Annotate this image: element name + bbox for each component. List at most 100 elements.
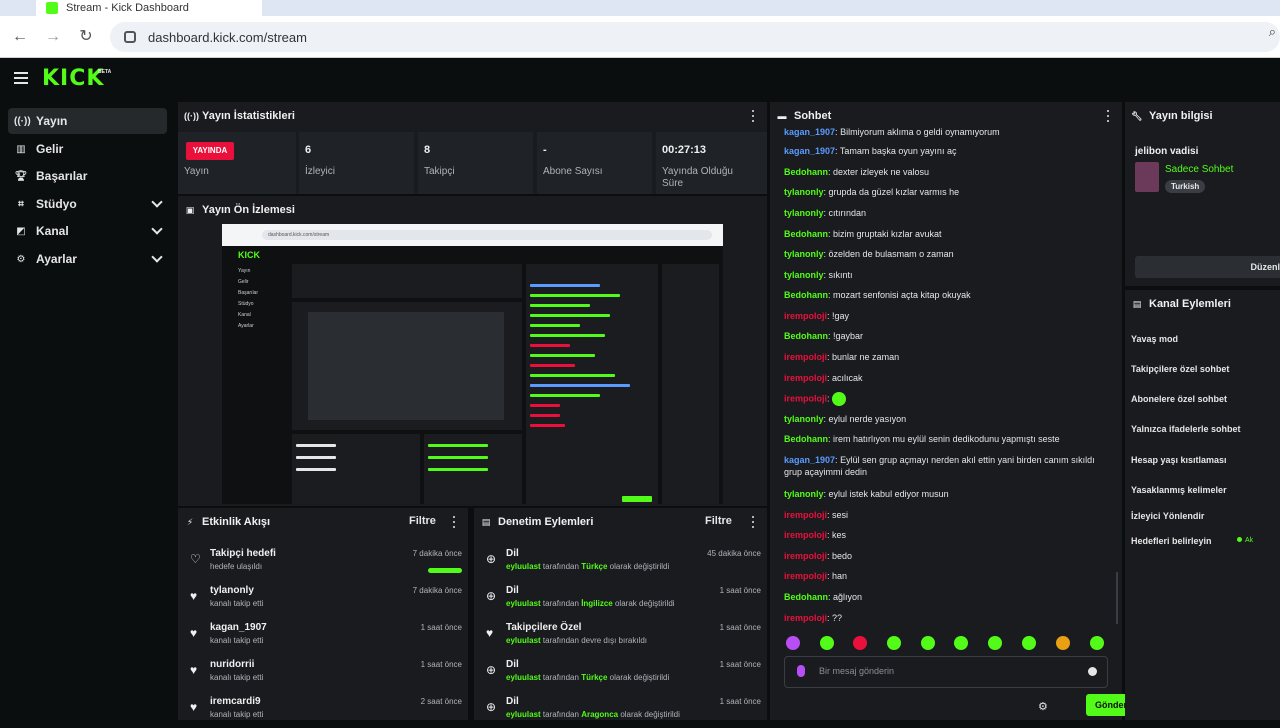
preview-side-item: Yayın (238, 268, 251, 274)
moderation-icon: ▤ (481, 516, 491, 527)
more-options-icon[interactable] (452, 516, 456, 528)
preview-stats-block (292, 264, 522, 298)
kick-logo[interactable]: KICK (42, 66, 104, 91)
moderation-sub: eyluulast tarafından Türkçe olarak değiş… (506, 562, 670, 571)
preview-chat-line (530, 304, 590, 307)
filter-button[interactable]: Filtre (409, 515, 436, 527)
emote-icon[interactable] (921, 636, 935, 650)
emote-icon[interactable] (853, 636, 867, 650)
chat-message: kagan_1907: Tamam başka oyun yayını aç (784, 146, 957, 156)
preview-chat-line (530, 334, 605, 337)
filter-button[interactable]: Filtre (705, 515, 732, 527)
chat-scrollbar[interactable] (1116, 572, 1118, 624)
chat-placeholder: Bir mesaj gönderin (819, 666, 895, 676)
address-text: dashboard.kick.com/stream (148, 29, 307, 45)
activity-title: Takipçi hedefi (210, 548, 276, 559)
sidebar-item-basarilar[interactable]: 🏆︎ Başarılar (8, 163, 167, 189)
edit-button[interactable]: Düzenle (1135, 256, 1280, 278)
preview-chat-line (530, 404, 560, 407)
hamburger-menu-icon[interactable] (14, 72, 28, 84)
preview-side-item: Stüdyo (238, 301, 254, 307)
moderation-item: ♥ Takipçilere Özel eyluulast tarafından … (474, 618, 767, 654)
chevron-down-icon (151, 196, 163, 208)
chat-message: irempoloji: (784, 392, 1114, 406)
moderation-sub: eyluulast tarafından İngilizce olarak de… (506, 599, 675, 608)
stream-preview-video[interactable]: dashboard.kick.com/stream KICK Yayın Gel… (222, 224, 723, 504)
activity-item: ♥ nuridorrii kanalı takip etti 1 saat ön… (178, 655, 468, 691)
activity-item: ♡ Takipçi hedefi hedefe ulaşıldı 7 dakik… (178, 544, 468, 580)
emote-icon[interactable] (887, 636, 901, 650)
more-options-icon[interactable] (751, 516, 755, 528)
chat-message: tylanonly: sıkıntı (784, 270, 853, 280)
chat-message: Bedohann: dexter izleyek ne valosu (784, 167, 930, 177)
activity-time: 1 saat önce (420, 623, 462, 632)
activity-title: iremcardi9 (210, 696, 261, 707)
chat-messages[interactable]: kagan_1907: Bilmiyorum aklıma o geldi oy… (770, 126, 1122, 628)
sidebar-item-studyo[interactable]: ⌗ Stüdyo (8, 191, 167, 217)
preview-send-button (622, 496, 652, 502)
action-slow-mode[interactable]: Yavaş mod (1131, 334, 1178, 344)
chat-message: irempoloji: kes (784, 530, 847, 540)
emote-icon[interactable] (1056, 636, 1070, 650)
sidebar-item-ayarlar[interactable]: ⚙ Ayarlar (8, 246, 167, 272)
browser-tab[interactable]: Stream - Kick Dashboard (36, 0, 262, 16)
emote-icon[interactable] (820, 636, 834, 650)
action-raid[interactable]: İzleyici Yönlendir (1131, 511, 1204, 521)
emote-bar (782, 634, 1112, 654)
studio-icon: ⌗ (18, 198, 24, 210)
moderation-sub: eyluulast tarafından Türkçe olarak değiş… (506, 673, 670, 682)
sidebar-item-kanal[interactable]: ◩ Kanal (8, 218, 167, 244)
browser-tabstrip: Stream - Kick Dashboard (0, 0, 1280, 16)
heart-outline-icon: ♡ (190, 552, 201, 566)
reload-icon[interactable]: ↻ (75, 26, 97, 48)
chat-input[interactable]: Bir mesaj gönderin (784, 656, 1108, 688)
chat-message: kagan_1907: Bilmiyorum aklıma o geldi oy… (784, 127, 1000, 137)
search-icon[interactable]: ⌕ (1269, 24, 1276, 40)
chat-message: Bedohann: bizim gruptaki kızlar avukat (784, 229, 942, 239)
chat-message: irempoloji: bedo (784, 551, 853, 561)
emote-icon[interactable] (786, 636, 800, 650)
activity-time: 1 saat önce (420, 660, 462, 669)
site-settings-icon[interactable] (124, 31, 136, 43)
sidebar-item-yayin[interactable]: ((·)) Yayın (8, 108, 167, 134)
forward-arrow-icon[interactable]: → (42, 26, 64, 48)
action-followers-only[interactable]: Takipçilere özel sohbet (1131, 364, 1229, 374)
moderation-item: ⊕ Dil eyluulast tarafından İngilizce ola… (474, 581, 767, 617)
emote-icon[interactable] (1022, 636, 1036, 650)
preview-side-item: Kanal (238, 312, 251, 318)
stat-followers: 8 Takipçi (418, 132, 533, 194)
emote-icon[interactable] (954, 636, 968, 650)
channel-icon: ◩ (16, 225, 26, 237)
stream-category[interactable]: Sadece Sohbet (1165, 164, 1233, 175)
action-account-age[interactable]: Hesap yaşı kısıtlaması (1131, 455, 1227, 465)
stat-value: 00:27:13 (662, 144, 707, 156)
preview-info-block (662, 264, 719, 504)
preview-nested-video (308, 312, 504, 420)
emote-icon[interactable] (1090, 636, 1104, 650)
app-header: KICK BETA (0, 58, 1280, 100)
emoji-picker-icon[interactable] (1088, 667, 1097, 676)
chat-message: irempoloji: han (784, 571, 848, 581)
preview-activity-line (296, 444, 336, 447)
action-subs-only[interactable]: Abonelere özel sohbet (1131, 394, 1227, 404)
more-options-icon[interactable] (1106, 110, 1110, 122)
emote-icon[interactable] (988, 636, 1002, 650)
action-set-goals[interactable]: Hedefleri belirleyin (1131, 536, 1212, 546)
chevron-down-icon (151, 223, 163, 235)
microphone-icon[interactable] (797, 665, 805, 677)
address-bar[interactable]: dashboard.kick.com/stream (110, 22, 1280, 52)
action-banned-words[interactable]: Yasaklanmış kelimeler (1131, 485, 1227, 495)
kick-favicon-icon (46, 2, 58, 14)
moderation-time: 45 dakika önce (707, 549, 761, 558)
more-options-icon[interactable] (751, 110, 755, 122)
panel-title: Sohbet (794, 110, 832, 122)
globe-icon: ⊕ (486, 700, 497, 714)
sidebar-item-gelir[interactable]: ▥ Gelir (8, 136, 167, 162)
heart-icon: ♥ (190, 663, 198, 677)
preview-side-item: Gelir (238, 279, 249, 285)
chat-settings-icon[interactable]: ⚙ (1038, 700, 1048, 713)
action-emotes-only[interactable]: Yalnızca ifadelerle sohbet (1131, 424, 1241, 434)
stat-value: 8 (424, 144, 431, 156)
back-arrow-icon[interactable]: ← (9, 26, 31, 48)
chat-message: tylanonly: grupda da güzel kızlar varmıs… (784, 187, 960, 197)
